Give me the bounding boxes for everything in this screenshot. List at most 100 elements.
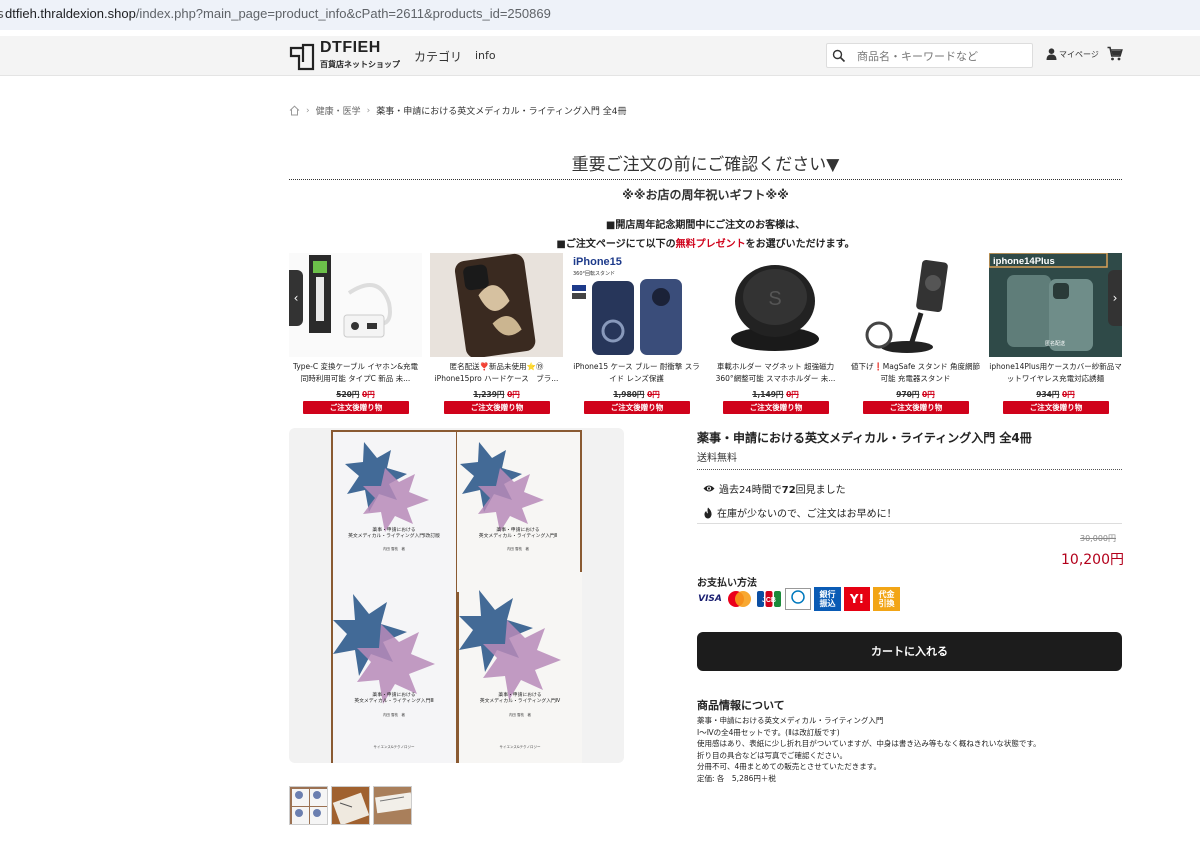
svg-text:内田 雪枝 著: 内田 雪枝 著 xyxy=(383,712,406,717)
gift-image: iphone14Plus 匿名配送 xyxy=(989,253,1122,357)
thumbnail-image[interactable] xyxy=(289,786,328,825)
gift-item[interactable]: Type-C 変換ケーブル イヤホン&充電 同時利用可能 タイプC 新品 未..… xyxy=(289,253,422,417)
cash-on-delivery-icon: 代金引換 xyxy=(873,587,900,611)
logo-subtitle: 百貨店ネットショップ xyxy=(320,60,400,69)
mypage-label: マイページ xyxy=(1059,49,1099,59)
cart-icon[interactable] xyxy=(1107,46,1123,62)
breadcrumb-category[interactable]: 健康・医学 xyxy=(316,104,361,117)
svg-text:内田 雪枝 著: 内田 雪枝 著 xyxy=(507,546,530,551)
bank-transfer-icon: 銀行振込 xyxy=(814,587,841,611)
gift-image: S xyxy=(709,253,842,357)
gift-price: 520円 0円 xyxy=(336,390,375,399)
gift-button[interactable]: ご注文後贈り物 xyxy=(863,401,969,414)
breadcrumb: › 健康・医学 › 薬事・申請における英文メディカル・ライティング入門 全4冊 xyxy=(289,104,626,117)
breadcrumb-separator: › xyxy=(306,105,310,116)
jcb-icon: JCB xyxy=(756,587,782,611)
gift-image xyxy=(849,253,982,357)
mypage-link[interactable]: マイページ xyxy=(1046,48,1099,60)
original-price: 30,000円 xyxy=(1080,534,1116,543)
url-path: /index.php?main_page=product_info&cPath=… xyxy=(135,6,551,21)
gift-price: 970円 0円 xyxy=(896,390,935,399)
gift-caption: iPhone15 ケース ブルー 耐衝撃 スライド レンズ保護 xyxy=(573,362,700,383)
address-bar[interactable]: ꜱdtfieh.thraldexion.shop/index.php?main_… xyxy=(0,0,1200,30)
gift-caption: 値下げ❗️MagSafe スタンド 角度網節可能 充電器スタンド xyxy=(850,362,981,383)
gift-button[interactable]: ご注文後贈り物 xyxy=(584,401,690,414)
image-thumbnails xyxy=(289,786,412,825)
search-input[interactable] xyxy=(857,47,1027,65)
gift-price: 934円 0円 xyxy=(1036,390,1075,399)
gift-item[interactable]: 匿名配送❣️新品未使用⭐️⑲ iPhone15pro ハードケース ブラ... … xyxy=(430,253,563,417)
book-cover: 薬事・申請における英文メディカル・ライティング入門Ⅱ 内田 雪枝 著 サイエンス… xyxy=(457,432,580,592)
nav-info-link[interactable]: info xyxy=(475,49,496,62)
nav-category-link[interactable]: カテゴリ xyxy=(414,48,462,65)
fire-icon xyxy=(704,507,712,518)
mastercard-icon xyxy=(726,587,753,611)
gift-item[interactable]: S 車載ホルダー マグネット 超強磁力 360°網整可能 スマホホルダー 未..… xyxy=(709,253,842,417)
gift-line-1: ■開店周年記念期間中にご注文のお客様は、 xyxy=(605,220,806,231)
product-title: 薬事・申請における英文メディカル・ライティング入門 全4冊 xyxy=(697,431,1032,445)
svg-text:内田 雪枝 著: 内田 雪枝 著 xyxy=(509,712,532,717)
notice-title: 重要ご注文の前にご確認ください▼ xyxy=(289,150,1122,180)
visa-icon: VISA xyxy=(698,594,722,604)
gift-line-2: ■ご注文ページにて以下の無料プレゼントをお選びいただけます。 xyxy=(289,235,1122,250)
shipping-info: 送料無料 xyxy=(697,449,1122,470)
svg-text:360°回転スタンド: 360°回転スタンド xyxy=(573,270,615,277)
gift-caption: Type-C 変換ケーブル イヤホン&充電 同時利用可能 タイプC 新品 未..… xyxy=(292,362,419,383)
url-domain: dtfieh.thraldexion.shop xyxy=(5,6,136,21)
gift-price: 1,980円 0円 xyxy=(613,390,660,399)
gift-button[interactable]: ご注文後贈り物 xyxy=(303,401,409,414)
carousel-next-button[interactable]: › xyxy=(1108,270,1122,326)
gift-item[interactable]: 値下げ❗️MagSafe スタンド 角度網節可能 充電器スタンド 970円 0円… xyxy=(849,253,982,417)
payment-methods: VISA JCB 銀行振込 Y! 代金引換 xyxy=(697,587,900,611)
product-info-body: 薬事・申請における英文メディカル・ライティング入門 Ⅰ～Ⅳの全4冊セットです。(… xyxy=(697,716,1041,783)
product-info-title: 商品情報について xyxy=(697,699,785,712)
gift-button[interactable]: ご注文後贈り物 xyxy=(444,401,550,414)
gift-image xyxy=(430,253,563,357)
svg-text:匿名配送: 匿名配送 xyxy=(1045,340,1065,347)
gift-button[interactable]: ご注文後贈り物 xyxy=(1003,401,1109,414)
gift-item[interactable]: iPhone15 360°回転スタンド iPhone15 ケース ブルー 耐衝撃… xyxy=(570,253,703,417)
logo-name: DTFIEH xyxy=(320,39,381,56)
site-header: DTFIEH 百貨店ネットショップ カテゴリ info マイページ xyxy=(0,36,1200,76)
svg-text:サイエンス&テクノロジー: サイエンス&テクノロジー xyxy=(374,744,415,749)
home-icon[interactable] xyxy=(289,105,300,116)
book-cover: 薬事・申請における英文メディカル・ライティング入門Ⅲ 内田 雪枝 著 サイエンス… xyxy=(333,574,456,763)
gift-caption: iphone14Plus用ケースカバー紗新品マットワイヤレス充電対応誘麺 xyxy=(989,362,1122,383)
stock-notice: 在庫が少ないので、ご注文はお早めに！ xyxy=(703,505,897,520)
search-box xyxy=(826,43,1033,68)
logo-mark-icon xyxy=(289,43,315,71)
breadcrumb-separator: › xyxy=(366,105,371,116)
svg-text:iphone14Plus: iphone14Plus xyxy=(993,256,1055,267)
product-main-image[interactable]: 薬事・申請における英文メディカル・ライティング入門Ⅰ改訂版 内田 雪枝 著 サイ… xyxy=(289,428,624,763)
gift-price: 1,149円 0円 xyxy=(752,390,799,399)
gift-caption: 匿名配送❣️新品未使用⭐️⑲ iPhone15pro ハードケース ブラ... xyxy=(434,362,559,383)
user-icon xyxy=(1046,48,1057,60)
gift-line-2-pre: ■ご注文ページにて以下の xyxy=(556,239,676,250)
gift-item[interactable]: iphone14Plus 匿名配送 iphone14Plus用ケースカバー紗新品… xyxy=(989,253,1122,417)
sale-price: 10,200円 xyxy=(1061,552,1124,568)
carousel-prev-button[interactable]: ‹ xyxy=(289,270,303,326)
svg-text:内田 雪枝 著: 内田 雪枝 著 xyxy=(383,546,406,551)
gift-title: ※※お店の周年祝いギフト※※ xyxy=(622,188,789,202)
gift-caption: 車載ホルダー マグネット 超強磁力 360°網整可能 スマホホルダー 未... xyxy=(715,362,836,383)
divider xyxy=(697,523,1122,524)
svg-text:サイエンス&テクノロジー: サイエンス&テクノロジー xyxy=(500,744,541,749)
thumbnail-image[interactable] xyxy=(331,786,370,825)
gift-carousel: Type-C 変換ケーブル イヤホン&充電 同時利用可能 タイプC 新品 未..… xyxy=(289,253,1122,417)
gift-image: iPhone15 360°回転スタンド xyxy=(570,253,703,357)
svg-text:iPhone15: iPhone15 xyxy=(573,256,622,268)
view-count: 過去24時間で72回見ました xyxy=(703,481,846,496)
book-cover: 薬事・申請における英文メディカル・ライティング入門Ⅳ 内田 雪枝 著 サイエンス… xyxy=(459,572,582,763)
gift-image xyxy=(289,253,422,357)
diners-icon xyxy=(785,587,811,611)
site-logo[interactable]: DTFIEH 百貨店ネットショップ xyxy=(289,39,409,72)
book-cover: 薬事・申請における英文メディカル・ライティング入門Ⅰ改訂版 内田 雪枝 著 サイ… xyxy=(333,432,456,592)
svg-text:JCB: JCB xyxy=(762,597,776,604)
add-to-cart-button[interactable]: カートに入れる xyxy=(697,632,1122,671)
gift-line-2-post: をお選びいただけます。 xyxy=(745,239,855,250)
gift-button[interactable]: ご注文後贈り物 xyxy=(723,401,829,414)
search-icon[interactable] xyxy=(832,49,846,63)
thumbnail-image[interactable] xyxy=(373,786,412,825)
svg-text:S: S xyxy=(768,288,781,310)
eye-icon xyxy=(703,485,715,492)
